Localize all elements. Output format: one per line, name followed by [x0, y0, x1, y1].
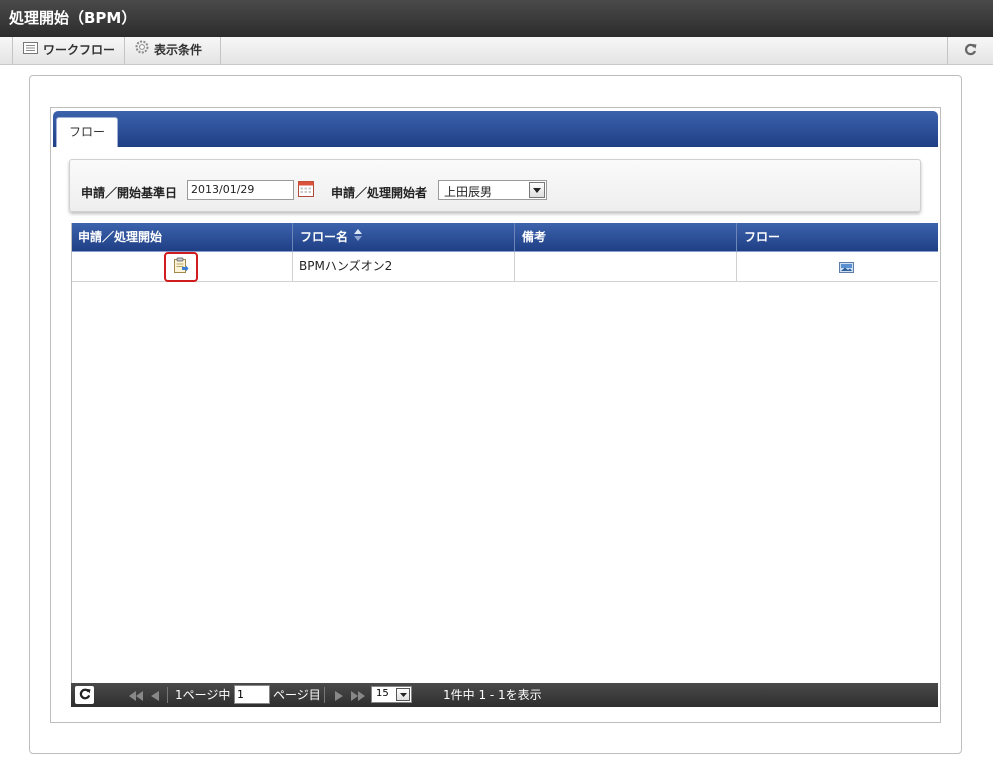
window-title: 処理開始（BPM） [0, 0, 993, 37]
grid-header: 申請／処理開始 フロー名 備考 フロー [71, 223, 938, 251]
base-date-input[interactable]: 2013/01/29 [187, 180, 294, 200]
cell-flow [737, 252, 938, 281]
toolbar: ワークフロー 表示条件 [0, 37, 993, 65]
workflow-label: ワークフロー [43, 43, 116, 57]
gear-icon [135, 37, 149, 64]
chevron-down-icon [529, 182, 545, 198]
chevron-down-icon [396, 688, 410, 701]
pager-summary: 1件中 1 - 1を表示 [443, 688, 542, 702]
tab-bar [53, 111, 938, 147]
column-header-start[interactable]: 申請／処理開始 [71, 223, 293, 251]
clipboard-start-icon [173, 257, 189, 277]
first-page-icon[interactable] [129, 690, 143, 704]
per-page-value: 15 [376, 688, 389, 699]
column-header-flow-name[interactable]: フロー名 [293, 223, 515, 251]
column-header-flow-name-label: フロー名 [300, 230, 349, 244]
starter-label: 申請／処理開始者 [331, 186, 428, 200]
start-process-button[interactable] [164, 252, 198, 282]
next-page-icon[interactable] [335, 690, 343, 704]
pager-divider [167, 687, 168, 703]
calendar-icon[interactable] [298, 180, 314, 197]
cell-flow-name: BPMハンズオン2 [293, 252, 515, 281]
refresh-button[interactable] [947, 37, 993, 64]
flow-image-icon[interactable] [839, 262, 854, 276]
prev-page-icon[interactable] [151, 690, 159, 704]
page-label-prefix: 1ページ中 [175, 688, 231, 702]
cell-note [515, 252, 737, 281]
cell-start [71, 252, 293, 282]
pager-divider [324, 687, 325, 703]
starter-value: 上田辰男 [444, 185, 493, 199]
refresh-icon [964, 43, 977, 59]
pager-refresh-button[interactable] [75, 686, 94, 704]
starter-select[interactable]: 上田辰男 [438, 180, 547, 200]
display-conditions-button[interactable]: 表示条件 [125, 37, 221, 64]
table-row: BPMハンズオン2 [71, 251, 938, 282]
workflow-button[interactable]: ワークフロー [12, 37, 125, 64]
column-header-flow[interactable]: フロー [737, 223, 938, 251]
list-icon [23, 37, 38, 64]
last-page-icon[interactable] [351, 690, 365, 704]
display-conditions-label: 表示条件 [154, 43, 203, 57]
tab-flow[interactable]: フロー [56, 117, 118, 147]
per-page-select[interactable]: 15 [371, 686, 412, 703]
grid-left-border [71, 223, 72, 683]
pager-bar: 1ページ中 ページ目 1件中 1 - 1を表示 [71, 683, 938, 707]
refresh-icon [79, 688, 91, 703]
page-label-suffix: ページ目 [273, 688, 321, 702]
page-number-input[interactable]: 1 [234, 685, 270, 704]
column-header-note[interactable]: 備考 [515, 223, 737, 251]
sort-icon [354, 224, 363, 252]
base-date-label: 申請／開始基準日 [81, 186, 178, 200]
